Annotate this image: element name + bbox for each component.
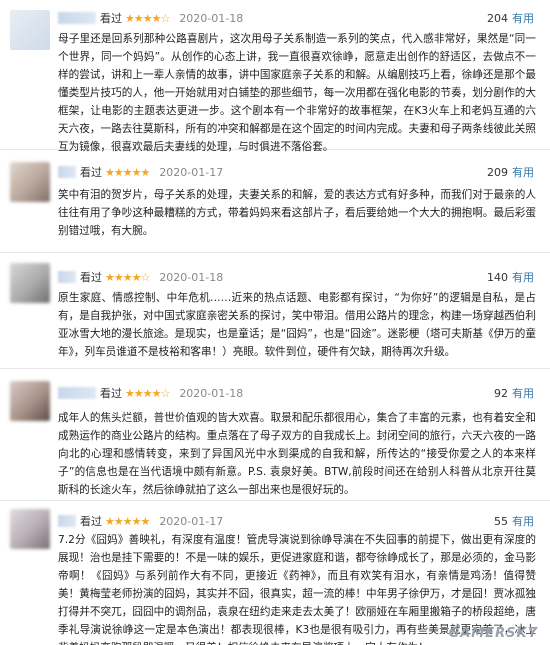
rating-stars-icon: ★★★★☆ xyxy=(105,270,150,284)
user-avatar[interactable] xyxy=(10,509,50,549)
username-link[interactable] xyxy=(58,271,76,283)
review-meta: 看过 ★★★★★ 2020-01-17 xyxy=(58,513,223,529)
review-meta: 看过 ★★★★☆ 2020-01-18 xyxy=(58,385,243,401)
review-date: 2020-01-18 xyxy=(179,11,244,25)
useful-vote: 140 有用 xyxy=(487,269,534,285)
useful-button[interactable]: 有用 xyxy=(512,269,534,285)
useful-vote: 209 有用 xyxy=(487,164,534,180)
useful-button[interactable]: 有用 xyxy=(512,513,534,529)
review-text: 原生家庭、情感控制、中年危机……近来的热点话题、电影都有探讨，“为你好”的逻辑是… xyxy=(58,292,536,358)
useful-vote: 204 有用 xyxy=(487,10,534,26)
useful-count: 55 xyxy=(494,514,508,528)
rating-stars-icon: ★★★★☆ xyxy=(125,386,170,400)
review-text: 成年人的焦头烂额，普世价值观的皆大欢喜。取景和配乐都很用心，集合了丰富的元素，也… xyxy=(58,412,536,496)
rating-stars-icon: ★★★★☆ xyxy=(125,11,170,25)
username-link[interactable] xyxy=(58,166,76,178)
watched-label: 看过 xyxy=(80,515,102,528)
watched-label: 看过 xyxy=(100,12,122,25)
useful-button[interactable]: 有用 xyxy=(512,10,534,26)
useful-count: 204 xyxy=(487,11,508,25)
review-meta: 看过 ★★★★☆ 2020-01-18 xyxy=(58,269,223,285)
review-text: 笑中有泪的贺岁片，母子关系的处理，夫妻关系的和解，爱的表达方式有好多种，而我们对… xyxy=(58,189,536,237)
useful-vote: 92 有用 xyxy=(494,385,534,401)
watched-label: 看过 xyxy=(80,271,102,284)
review-date: 2020-01-18 xyxy=(179,386,244,400)
watched-label: 看过 xyxy=(100,387,122,400)
review-item: 看过 ★★★★☆ 2020-01-18 140 有用 原生家庭、情感控制、中年危… xyxy=(0,253,550,369)
review-date: 2020-01-18 xyxy=(159,270,224,284)
review-item: 看过 ★★★★★ 2020-01-17 209 有用 笑中有泪的贺岁片，母子关系… xyxy=(0,150,550,253)
username-link[interactable] xyxy=(58,515,76,527)
review-list-page: 看过 ★★★★☆ 2020-01-18 204 有用 母子里还是回系列那种公路喜… xyxy=(0,0,550,645)
review-date: 2020-01-17 xyxy=(159,514,224,528)
watched-label: 看过 xyxy=(80,166,102,179)
rating-stars-icon: ★★★★★ xyxy=(105,165,150,179)
useful-button[interactable]: 有用 xyxy=(512,385,534,401)
user-avatar[interactable] xyxy=(10,10,50,50)
useful-count: 140 xyxy=(487,270,508,284)
review-item: 看过 ★★★★☆ 2020-01-18 92 有用 成年人的焦头烂额，普世价值观… xyxy=(0,369,550,501)
review-item: 看过 ★★★★☆ 2020-01-18 204 有用 母子里还是回系列那种公路喜… xyxy=(0,0,550,153)
user-avatar[interactable] xyxy=(10,263,50,303)
username-link[interactable] xyxy=(58,12,96,24)
username-link[interactable] xyxy=(58,387,96,399)
useful-button[interactable]: 有用 xyxy=(512,164,534,180)
review-item: 看过 ★★★★★ 2020-01-17 55 有用 7.2分《囧妈》善映礼，有深… xyxy=(0,501,550,645)
review-meta: 看过 ★★★★★ 2020-01-17 xyxy=(58,164,223,180)
review-date: 2020-01-17 xyxy=(159,165,224,179)
user-avatar[interactable] xyxy=(10,381,50,421)
useful-count: 209 xyxy=(487,165,508,179)
gamersky-watermark: GAMERSKY xyxy=(448,626,538,641)
review-meta: 看过 ★★★★☆ 2020-01-18 xyxy=(58,10,243,26)
useful-count: 92 xyxy=(494,386,508,400)
useful-vote: 55 有用 xyxy=(494,513,534,529)
user-avatar[interactable] xyxy=(10,162,50,202)
rating-stars-icon: ★★★★★ xyxy=(105,514,150,528)
review-text: 母子里还是回系列那种公路喜剧片，这次用母子关系制造一系列的笑点，代入感非常好，果… xyxy=(58,33,536,153)
